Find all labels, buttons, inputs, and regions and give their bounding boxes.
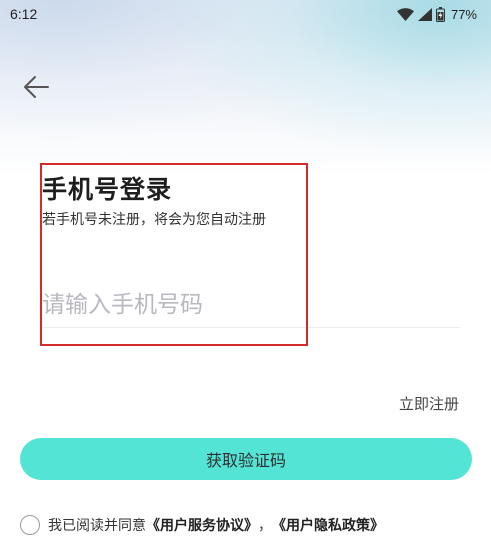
agreement-separator: ， [258, 518, 272, 534]
privacy-policy-link[interactable]: 《用户隐私政策》 [272, 515, 384, 535]
wifi-icon [396, 7, 414, 21]
back-button[interactable] [18, 72, 54, 106]
battery-icon [435, 6, 445, 22]
register-link[interactable]: 立即注册 [399, 393, 459, 414]
arrow-left-icon [22, 75, 50, 103]
get-verification-code-button[interactable]: 获取验证码 [20, 438, 472, 480]
agreement-row: 我已阅读并同意 《用户服务协议》 ， 《用户隐私政策》 [20, 512, 384, 538]
cellular-signal-icon [417, 7, 432, 21]
input-underline [42, 327, 460, 328]
user-agreement-link[interactable]: 《用户服务协议》 [146, 515, 258, 535]
status-icons: 77% [396, 6, 477, 22]
agreement-prefix: 我已阅读并同意 [48, 518, 146, 534]
battery-percent: 77% [450, 6, 477, 22]
status-time: 6:12 [10, 6, 38, 22]
status-bar: 6:12 77% [0, 0, 491, 28]
agree-checkbox[interactable] [20, 515, 40, 535]
page-subtitle: 若手机号未注册，将会为您自动注册 [42, 212, 266, 228]
phone-number-input[interactable] [42, 283, 460, 325]
page-title: 手机号登录 [42, 176, 173, 204]
